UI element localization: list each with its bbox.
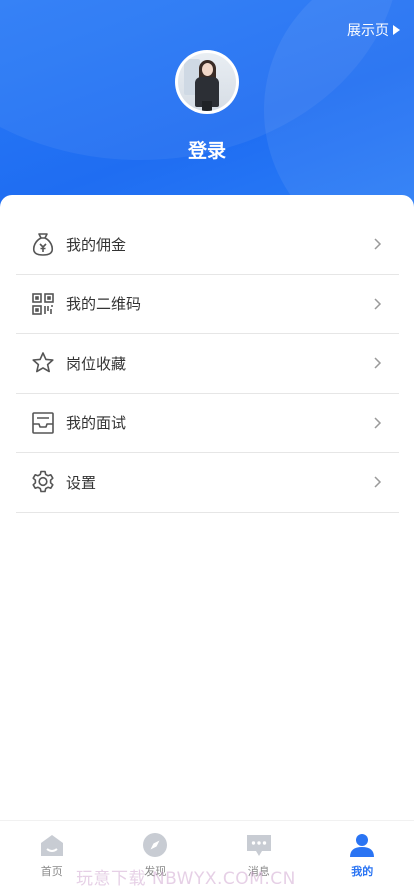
play-arrow-icon xyxy=(393,25,400,35)
showcase-page-link[interactable]: 展示页 xyxy=(347,20,400,40)
compass-icon xyxy=(141,831,169,859)
bottom-tab-bar: 首页 发现 消息 我的 xyxy=(0,820,414,896)
chevron-right-icon xyxy=(374,417,382,429)
money-bag-icon xyxy=(30,231,56,257)
menu-item-label: 我的面试 xyxy=(66,414,127,433)
user-icon xyxy=(348,831,376,859)
tab-label: 消息 xyxy=(247,865,270,878)
menu-list: 我的佣金 我的二维码 岗位收藏 我的面试 设置 xyxy=(16,215,399,513)
menu-item-job-favorites[interactable]: 岗位收藏 xyxy=(16,334,399,394)
menu-item-label: 我的佣金 xyxy=(66,235,127,254)
tab-label: 发现 xyxy=(144,865,167,878)
menu-item-qr-code[interactable]: 我的二维码 xyxy=(16,275,399,334)
menu-card: 我的佣金 我的二维码 岗位收藏 我的面试 设置 xyxy=(0,195,414,896)
tab-mine[interactable]: 我的 xyxy=(311,821,414,896)
star-icon xyxy=(30,350,56,376)
message-icon xyxy=(245,831,273,859)
menu-item-label: 岗位收藏 xyxy=(66,354,127,373)
avatar-photo xyxy=(178,53,236,111)
tab-discover[interactable]: 发现 xyxy=(104,821,208,896)
menu-item-settings[interactable]: 设置 xyxy=(16,453,399,513)
showcase-link-label: 展示页 xyxy=(347,23,389,39)
chevron-right-icon xyxy=(374,298,382,310)
tab-messages[interactable]: 消息 xyxy=(207,821,311,896)
tab-label: 我的 xyxy=(351,865,374,878)
chevron-right-icon xyxy=(374,238,382,250)
login-button[interactable]: 登录 xyxy=(0,136,414,163)
menu-item-commission[interactable]: 我的佣金 xyxy=(16,215,399,275)
avatar[interactable] xyxy=(175,50,239,114)
menu-item-label: 设置 xyxy=(66,473,97,492)
chevron-right-icon xyxy=(374,357,382,369)
menu-item-my-interviews[interactable]: 我的面试 xyxy=(16,394,399,453)
chevron-right-icon xyxy=(374,476,382,488)
inbox-icon xyxy=(30,410,56,436)
tab-home[interactable]: 首页 xyxy=(0,821,104,896)
home-icon xyxy=(38,831,66,859)
menu-item-label: 我的二维码 xyxy=(66,295,142,314)
tab-label: 首页 xyxy=(40,865,63,878)
qr-code-icon xyxy=(30,291,56,317)
gear-icon xyxy=(30,469,56,495)
